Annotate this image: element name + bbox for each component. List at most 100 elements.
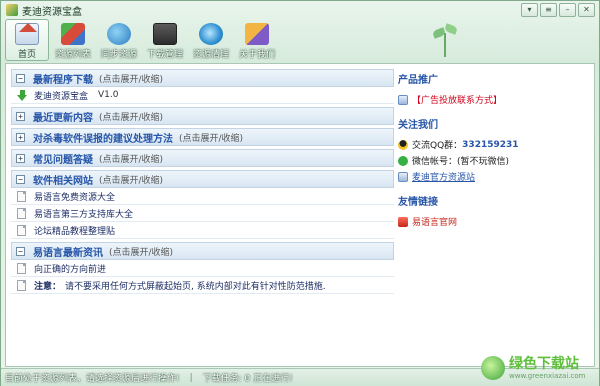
section-latest-download: − 最新程序下载 (点击展开/收缩) 麦迪资源宝盒 V1.0 bbox=[11, 69, 394, 104]
item-link[interactable]: 麦迪资源宝盒 bbox=[34, 89, 88, 102]
toolbar-label: 资源列表 bbox=[54, 50, 91, 60]
expand-toggle[interactable]: + bbox=[16, 153, 25, 163]
minimize-button[interactable]: – bbox=[559, 3, 576, 17]
links-title: 友情链接 bbox=[398, 197, 438, 208]
app-logo-icon bbox=[6, 4, 18, 16]
sync-icon bbox=[107, 23, 131, 45]
toolbar-label: 资源清理 bbox=[192, 50, 229, 60]
section-antivirus: + 对杀毒软件误报的建议处理方法 (点击展开/收缩) bbox=[11, 128, 394, 146]
list-icon bbox=[61, 23, 85, 45]
toolbar-label: 首页 bbox=[17, 50, 36, 60]
section-title: 最新程序下载 bbox=[33, 74, 93, 86]
section-news: − 易语言最新资讯 (点击展开/收缩) 向正确的方向前进 注意： 请不要采用任何… bbox=[11, 242, 394, 294]
friend-link-row[interactable]: 易语言官网 bbox=[398, 214, 590, 229]
item-link[interactable]: 易语言第三方支持库大全 bbox=[34, 207, 133, 220]
skin-button[interactable]: ▾ bbox=[521, 3, 538, 17]
expand-toggle[interactable]: + bbox=[16, 111, 25, 121]
main-toolbar: 首页 资源列表 同步资源 下载管理 资源清理 关于我们 bbox=[5, 19, 279, 61]
toolbar-sync[interactable]: 同步资源 bbox=[97, 19, 141, 61]
toolbar-home[interactable]: 首页 bbox=[5, 19, 49, 61]
list-item[interactable]: 论坛精品教程整理贴 bbox=[11, 222, 394, 239]
list-item[interactable]: 易语言免费资源大全 bbox=[11, 188, 394, 205]
sidebar-panel: 产品推广 【广告投放联系方式】 关注我们 交流QQ群： 332159231 微信… bbox=[398, 69, 590, 363]
collapse-toggle[interactable]: − bbox=[16, 174, 25, 184]
section-title: 最近更新内容 bbox=[33, 112, 93, 124]
link-icon bbox=[398, 216, 408, 227]
section-hint: (点击展开/收缩) bbox=[99, 74, 164, 85]
wechat-row: 微信帐号：(暂不玩微信) bbox=[398, 153, 590, 168]
official-site-link[interactable]: 麦迪官方资源站 bbox=[412, 170, 475, 183]
document-icon bbox=[17, 190, 26, 202]
list-item[interactable]: 向正确的方向前进 bbox=[11, 260, 394, 277]
watermark-logo-icon bbox=[481, 356, 505, 380]
wechat-text: 微信帐号：(暂不玩微信) bbox=[412, 157, 510, 167]
toolbar-label: 下载管理 bbox=[146, 50, 183, 60]
collapse-toggle[interactable]: − bbox=[16, 246, 25, 256]
section-title: 对杀毒软件误报的建议处理方法 bbox=[33, 133, 173, 145]
list-item[interactable]: 麦迪资源宝盒 V1.0 bbox=[11, 87, 394, 104]
main-content: − 最新程序下载 (点击展开/收缩) 麦迪资源宝盒 V1.0 + 最近更新内容 … bbox=[5, 63, 595, 367]
document-icon bbox=[17, 207, 26, 219]
window-controls: ▾ ≡ – ✕ bbox=[521, 3, 595, 17]
toolbar-label: 同步资源 bbox=[100, 50, 137, 60]
section-related-sites: − 软件相关网站 (点击展开/收缩) 易语言免费资源大全 易语言第三方支持库大全… bbox=[11, 170, 394, 239]
official-site-row[interactable]: 麦迪官方资源站 bbox=[398, 169, 590, 184]
section-header[interactable]: − 软件相关网站 (点击展开/收缩) bbox=[11, 170, 394, 188]
toolbar-clean[interactable]: 资源清理 bbox=[189, 19, 233, 61]
app-window: 麦迪资源宝盒 ▾ ≡ – ✕ 首页 资源列表 同步资源 下载管理 资源清理 关于… bbox=[0, 0, 600, 386]
qq-group-row: 交流QQ群： 332159231 bbox=[398, 137, 590, 152]
section-hint: (点击展开/收缩) bbox=[109, 247, 174, 258]
document-icon bbox=[17, 262, 26, 274]
expand-toggle[interactable]: + bbox=[16, 132, 25, 142]
download-arrow-icon bbox=[17, 89, 28, 101]
toolbar-about[interactable]: 关于我们 bbox=[235, 19, 279, 61]
website-icon bbox=[398, 171, 408, 182]
watermark: 绿色下载站 www.greenxiazai.com bbox=[481, 351, 593, 385]
status-text-right: 下载任务: 0 正在进行! bbox=[202, 374, 293, 384]
status-separator: | bbox=[189, 372, 193, 383]
qq-label: 交流QQ群： bbox=[412, 141, 463, 151]
qq-number[interactable]: 332159231 bbox=[462, 140, 518, 150]
wechat-icon bbox=[398, 155, 408, 166]
list-item[interactable]: 易语言第三方支持库大全 bbox=[11, 205, 394, 222]
section-recent-updates: + 最近更新内容 (点击展开/收缩) bbox=[11, 107, 394, 125]
home-icon bbox=[15, 23, 39, 45]
watermark-url: www.greenxiazai.com bbox=[509, 371, 586, 380]
section-header[interactable]: + 最近更新内容 (点击展开/收缩) bbox=[11, 107, 394, 125]
ad-icon bbox=[398, 94, 408, 105]
notice-text: 请不要采用任何方式屏蔽起始页, 系统内部对此有针对性防范措施. bbox=[65, 281, 326, 292]
section-header[interactable]: + 对杀毒软件误报的建议处理方法 (点击展开/收缩) bbox=[11, 128, 394, 146]
section-faq: + 常见问题答疑 (点击展开/收缩) bbox=[11, 149, 394, 167]
download-icon bbox=[153, 23, 177, 45]
window-title: 麦迪资源宝盒 bbox=[22, 6, 82, 18]
section-title: 易语言最新资讯 bbox=[33, 247, 103, 259]
promo-ad-row[interactable]: 【广告投放联系方式】 bbox=[398, 92, 590, 107]
section-header[interactable]: − 易语言最新资讯 (点击展开/收缩) bbox=[11, 242, 394, 260]
friend-link[interactable]: 易语言官网 bbox=[412, 215, 457, 228]
section-header[interactable]: + 常见问题答疑 (点击展开/收缩) bbox=[11, 149, 394, 167]
section-title: 常见问题答疑 bbox=[33, 154, 93, 166]
menu-button[interactable]: ≡ bbox=[540, 3, 557, 17]
qq-icon bbox=[398, 139, 408, 150]
collapse-toggle[interactable]: − bbox=[16, 73, 25, 83]
promo-ad-link[interactable]: 【广告投放联系方式】 bbox=[412, 93, 502, 106]
title-bar[interactable]: 麦迪资源宝盒 ▾ ≡ – ✕ bbox=[1, 1, 599, 19]
section-header[interactable]: − 最新程序下载 (点击展开/收缩) bbox=[11, 69, 394, 87]
document-icon bbox=[17, 279, 26, 291]
section-title: 软件相关网站 bbox=[33, 175, 93, 187]
item-link[interactable]: 向正确的方向前进 bbox=[34, 262, 106, 275]
item-link[interactable]: 论坛精品教程整理贴 bbox=[34, 224, 115, 237]
promo-title: 产品推广 bbox=[398, 75, 438, 86]
section-hint: (点击展开/收缩) bbox=[99, 112, 164, 123]
item-link[interactable]: 易语言免费资源大全 bbox=[34, 190, 115, 203]
close-button[interactable]: ✕ bbox=[578, 3, 595, 17]
sections-panel: − 最新程序下载 (点击展开/收缩) 麦迪资源宝盒 V1.0 + 最近更新内容 … bbox=[11, 69, 394, 363]
plant-decoration-icon bbox=[431, 23, 459, 59]
toolbar-label: 关于我们 bbox=[238, 50, 275, 60]
notice-row: 注意： 请不要采用任何方式屏蔽起始页, 系统内部对此有针对性防范措施. bbox=[11, 277, 394, 294]
section-hint: (点击展开/收缩) bbox=[99, 154, 164, 165]
clean-icon bbox=[199, 23, 223, 45]
document-icon bbox=[17, 224, 26, 236]
toolbar-download-manager[interactable]: 下载管理 bbox=[143, 19, 187, 61]
toolbar-resource-list[interactable]: 资源列表 bbox=[51, 19, 95, 61]
